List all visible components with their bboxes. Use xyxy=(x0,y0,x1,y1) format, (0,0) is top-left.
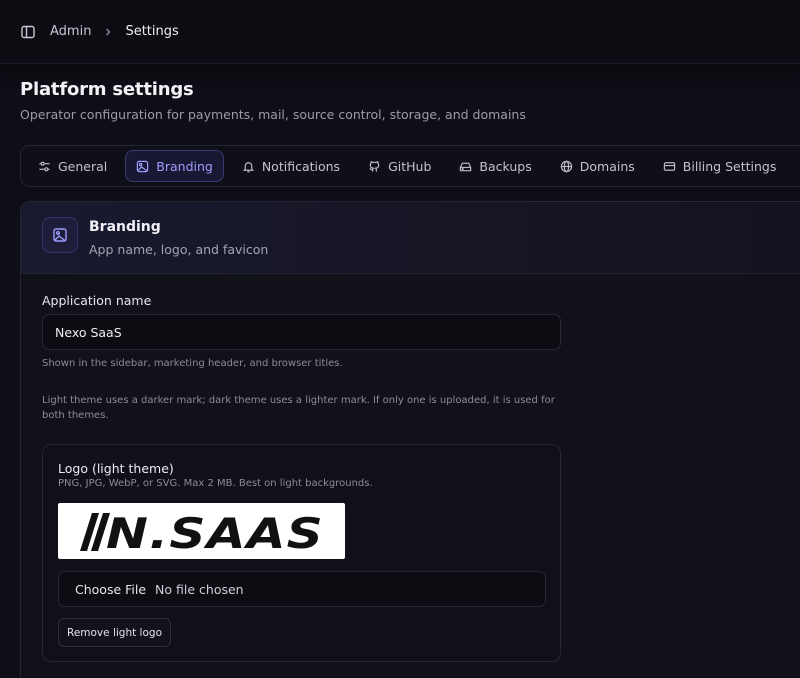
branding-card-header: Branding App name, logo, and favicon xyxy=(21,202,800,274)
page-subtitle: Operator configuration for payments, mai… xyxy=(20,107,526,122)
theme-help: Light theme uses a darker mark; dark the… xyxy=(42,395,555,421)
remove-light-logo-button[interactable]: Remove light logo xyxy=(58,618,171,647)
image-icon xyxy=(42,217,78,253)
breadcrumb-settings: Settings xyxy=(125,24,179,39)
tab-general[interactable]: General xyxy=(28,150,117,182)
top-bar: Admin Settings xyxy=(0,0,800,64)
tab-github[interactable]: GitHub xyxy=(358,150,441,182)
choose-file-button[interactable]: Choose File xyxy=(75,582,146,597)
image-icon xyxy=(137,160,149,172)
logo-light-preview: N.SAAS xyxy=(58,503,345,559)
github-icon xyxy=(369,160,380,172)
logo-light-help: PNG, JPG, WebP, or SVG. Max 2 MB. Best o… xyxy=(58,478,373,489)
logo-light-file-input[interactable]: Choose File No file chosen xyxy=(58,571,546,607)
tab-domains[interactable]: Domains xyxy=(550,150,645,182)
chevron-right-icon xyxy=(103,27,113,37)
settings-tabs: General Branding Notifications GitHub Ba… xyxy=(20,145,800,187)
tab-branding[interactable]: Branding xyxy=(125,150,224,182)
logo-light-wordmark: N.SAAS xyxy=(106,509,324,558)
tab-billing-settings[interactable]: Billing Settings xyxy=(653,150,787,182)
page-title: Platform settings xyxy=(20,79,194,100)
tab-general-label: General xyxy=(58,158,108,174)
no-file-chosen-text: No file chosen xyxy=(155,581,244,597)
app-name-help: Shown in the sidebar, marketing header, … xyxy=(42,358,343,369)
tab-domains-label: Domains xyxy=(579,158,635,174)
credit-card-icon xyxy=(663,161,675,171)
logo-light-title: Logo (light theme) xyxy=(58,461,174,476)
tab-branding-label: Branding xyxy=(156,158,213,174)
tab-github-label: GitHub xyxy=(388,158,432,174)
branding-title: Branding xyxy=(89,219,161,235)
globe-icon xyxy=(560,160,572,172)
breadcrumb-admin[interactable]: Admin xyxy=(50,24,91,39)
app-name-label: Application name xyxy=(42,293,152,308)
tab-notifications-label: Notifications xyxy=(261,158,341,174)
bell-icon xyxy=(242,161,254,173)
tab-billing-settings-label: Billing Settings xyxy=(682,158,777,174)
app-name-input[interactable] xyxy=(42,314,561,350)
tab-notifications[interactable]: Notifications xyxy=(232,150,350,182)
sliders-icon xyxy=(39,161,50,171)
branding-subtitle: App name, logo, and favicon xyxy=(89,242,269,257)
hard-drive-icon xyxy=(460,162,472,171)
tab-backups-label: Backups xyxy=(479,158,532,174)
tab-backups[interactable]: Backups xyxy=(449,150,541,182)
sidebar-toggle-icon[interactable] xyxy=(20,24,36,40)
